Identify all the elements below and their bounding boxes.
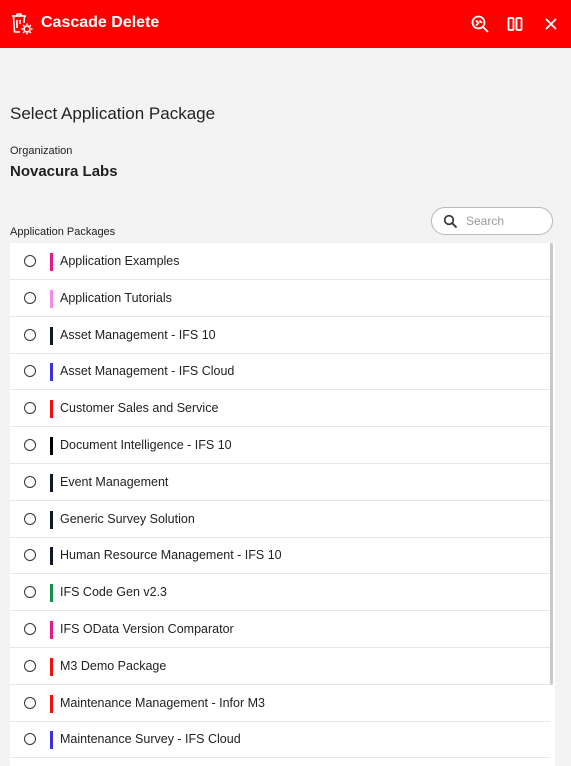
radio-button[interactable]: [24, 402, 36, 415]
package-label: Event Management: [60, 474, 169, 489]
list-item[interactable]: Maintenance Survey - IFS Cloud: [10, 721, 550, 759]
radio-button[interactable]: [24, 512, 36, 525]
package-color-bar: [50, 400, 53, 419]
package-label: IFS OData Version Comparator: [60, 622, 234, 636]
close-icon[interactable]: [539, 12, 563, 36]
radio-button[interactable]: [24, 733, 36, 746]
package-label: Generic Survey Solution: [60, 511, 195, 526]
search-box[interactable]: [431, 207, 553, 235]
package-label: Asset Management - IFS Cloud: [60, 364, 235, 379]
package-color-bar: [50, 253, 53, 271]
list-item[interactable]: Event Management: [10, 464, 550, 501]
package-color-bar: [50, 473, 53, 492]
list-item[interactable]: Maintenance Management - Infor M3: [10, 685, 550, 722]
package-color-bar: [50, 694, 53, 713]
trash-settings-icon: [12, 13, 33, 35]
application-packages-label: Application Packages: [10, 226, 116, 238]
package-color-bar: [50, 326, 53, 345]
radio-button[interactable]: [24, 549, 36, 562]
package-label: IFS Code Gen v2.3: [60, 585, 168, 600]
radio-button[interactable]: [24, 659, 36, 672]
search-input[interactable]: [466, 213, 546, 229]
list-item[interactable]: Application Tutorials: [10, 280, 550, 317]
package-label: Application Tutorials: [60, 290, 172, 305]
radio-button[interactable]: [24, 475, 36, 488]
radio-button[interactable]: [24, 291, 36, 304]
package-color-bar: [50, 621, 53, 639]
page-heading: Select Application Package: [10, 104, 216, 123]
list-item[interactable]: Generic Survey Solution: [10, 501, 550, 538]
list-item[interactable]: Asset Management - IFS Cloud: [10, 353, 550, 391]
package-color-bar: [50, 363, 53, 382]
radio-button[interactable]: [24, 365, 36, 378]
list-item[interactable]: IFS Code Gen v2.3: [10, 574, 550, 612]
zoom-icon[interactable]: [468, 12, 492, 36]
application-package-list: Application Examples Application Tutorial…: [10, 243, 555, 766]
package-label: Document Intelligence - IFS 10: [60, 438, 232, 452]
window-title: Cascade Delete: [41, 14, 160, 31]
package-label: Application Examples: [60, 254, 180, 268]
list-item[interactable]: Asset Management - IFS 10: [10, 317, 550, 354]
list-item[interactable]: Customer Sales and Service: [10, 390, 550, 428]
package-label: M3 Demo Package: [60, 658, 167, 673]
package-label: Asset Management - IFS 10: [60, 327, 216, 342]
radio-button[interactable]: [24, 623, 36, 635]
organization-value: Novacura Labs: [10, 163, 118, 180]
package-color-bar: [50, 657, 53, 676]
package-color-bar: [50, 731, 53, 750]
package-color-bar: [50, 584, 53, 603]
radio-button[interactable]: [24, 255, 36, 267]
package-label: Customer Sales and Service: [60, 401, 219, 416]
list-item[interactable]: M3 Demo Package: [10, 648, 550, 685]
package-color-bar: [50, 437, 53, 455]
package-color-bar: [50, 289, 53, 308]
package-label: Human Resource Management - IFS 10: [60, 548, 282, 563]
radio-button[interactable]: [24, 696, 36, 709]
split-view-icon[interactable]: [503, 12, 527, 36]
radio-button[interactable]: [24, 586, 36, 599]
radio-button[interactable]: [24, 439, 36, 451]
package-color-bar: [50, 510, 53, 529]
package-label: Maintenance Management - Infor M3: [60, 695, 265, 710]
list-item[interactable]: Application Examples: [10, 243, 550, 280]
list-item[interactable]: IFS OData Version Comparator: [10, 611, 550, 648]
list-scrollbar[interactable]: [550, 243, 553, 685]
search-icon: [443, 214, 458, 229]
list-item[interactable]: Document Intelligence - IFS 10: [10, 427, 550, 464]
package-color-bar: [50, 547, 53, 566]
organization-label: Organization: [10, 145, 73, 157]
list-item[interactable]: Human Resource Management - IFS 10: [10, 537, 550, 575]
package-label: Maintenance Survey - IFS Cloud: [60, 732, 241, 747]
title-bar: Cascade Delete: [0, 0, 571, 48]
radio-button[interactable]: [24, 328, 36, 341]
